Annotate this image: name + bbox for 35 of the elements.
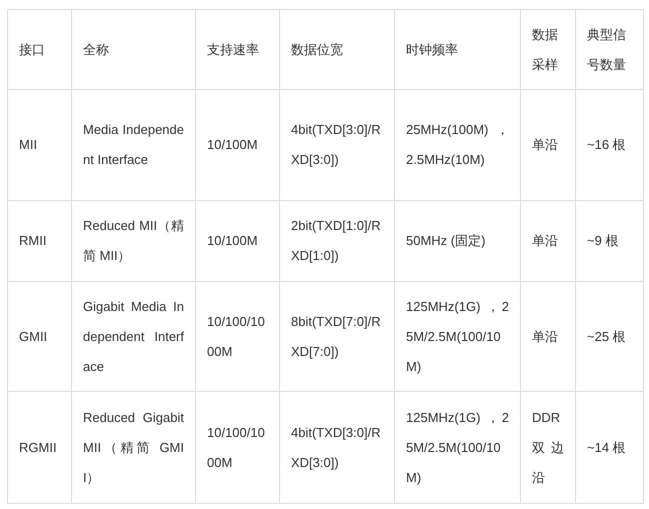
table-cell: 25MHz(100M)，2.5MHz(10M) [394,90,520,200]
table-cell: ~25 根 [576,282,644,392]
table-cell: MII [8,90,72,200]
table-cell: 125MHz(1G) ，25M/2.5M(100/10M) [394,282,520,392]
table-cell: 8bit(TXD[7:0]/RXD[7:0]) [280,282,394,392]
table-cell: RMII [8,200,72,282]
table-cell: 2bit(TXD[1:0]/RXD[1:0]) [280,200,394,282]
column-header: 数据位宽 [280,10,394,90]
table-cell: 4bit(TXD[3:0]/RXD[3:0]) [280,392,394,504]
column-header: 全称 [72,10,196,90]
table-cell: 单沿 [520,90,576,200]
table-cell: Reduced MII（精简 MII） [72,200,196,282]
table-cell: 10/100/1000M [196,282,280,392]
column-header: 典型信号数量 [576,10,644,90]
table-cell: 4bit(TXD[3:0]/RXD[3:0]) [280,90,394,200]
table-cell: Reduced Gigabit MII（精简 GMII） [72,392,196,504]
table-cell: RGMII [8,392,72,504]
table-cell: DDR 双边沿 [520,392,576,504]
table-cell: Gigabit Media Independent Interface [72,282,196,392]
column-header: 时钟频率 [394,10,520,90]
table-cell: 50MHz (固定) [394,200,520,282]
column-header: 支持速率 [196,10,280,90]
table-cell: 10/100M [196,90,280,200]
table-cell: ~9 根 [576,200,644,282]
table-cell: ~14 根 [576,392,644,504]
column-header: 接口 [8,10,72,90]
table-cell: 10/100/1000M [196,392,280,504]
table-cell: 单沿 [520,282,576,392]
table-cell: GMII [8,282,72,392]
table-cell: ~16 根 [576,90,644,200]
table-cell: 10/100M [196,200,280,282]
column-header: 数据采样 [520,10,576,90]
table-cell: Media Independent Interface [72,90,196,200]
table-cell: 单沿 [520,200,576,282]
table-cell: 125MHz(1G) ，25M/2.5M(100/10M) [394,392,520,504]
